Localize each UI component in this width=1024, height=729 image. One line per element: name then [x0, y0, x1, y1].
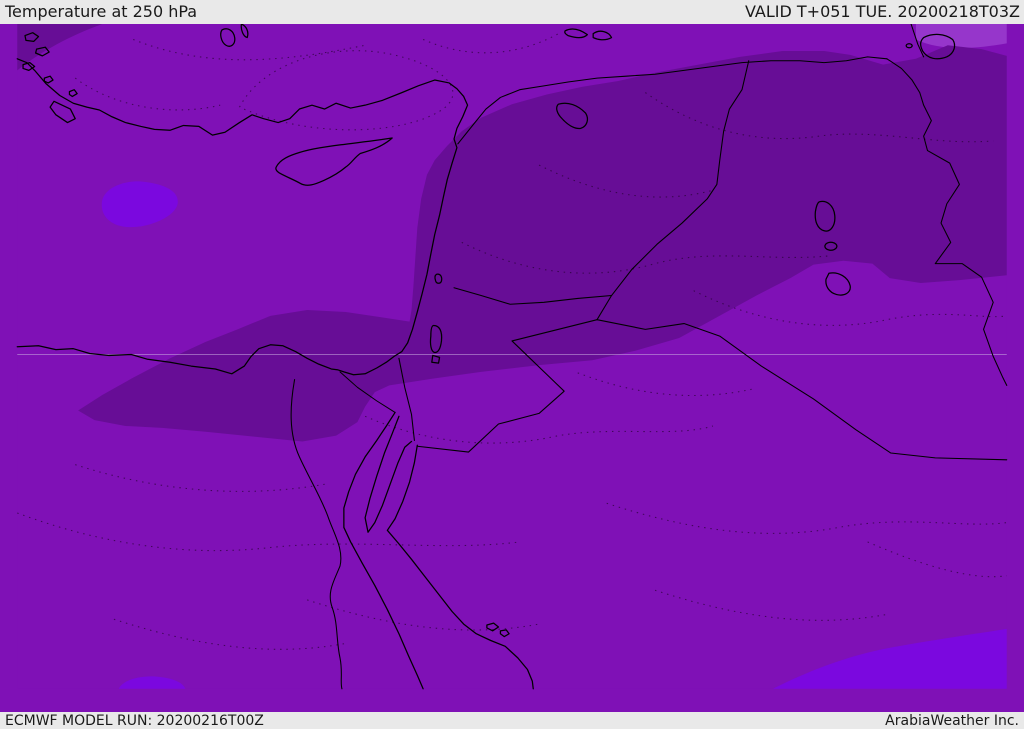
valid-time-label: VALID T+051 TUE. 20200218T03Z: [744, 2, 1020, 21]
model-run-label: ECMWF MODEL RUN: 20200216T00Z: [5, 712, 264, 729]
forecast-map: [16, 24, 1008, 690]
warmer-wedge-region: [915, 24, 1007, 48]
header-bar: Temperature at 250 hPa VALID T+051 TUE. …: [0, 0, 1024, 24]
footer-bar: ECMWF MODEL RUN: 20200216T00Z ArabiaWeat…: [0, 712, 1024, 729]
page-title: Temperature at 250 hPa: [5, 2, 198, 21]
brand-label: ArabiaWeather Inc.: [885, 712, 1019, 729]
map-canvas: [0, 24, 1024, 712]
weather-map-page: Temperature at 250 hPa VALID T+051 TUE. …: [0, 0, 1024, 729]
